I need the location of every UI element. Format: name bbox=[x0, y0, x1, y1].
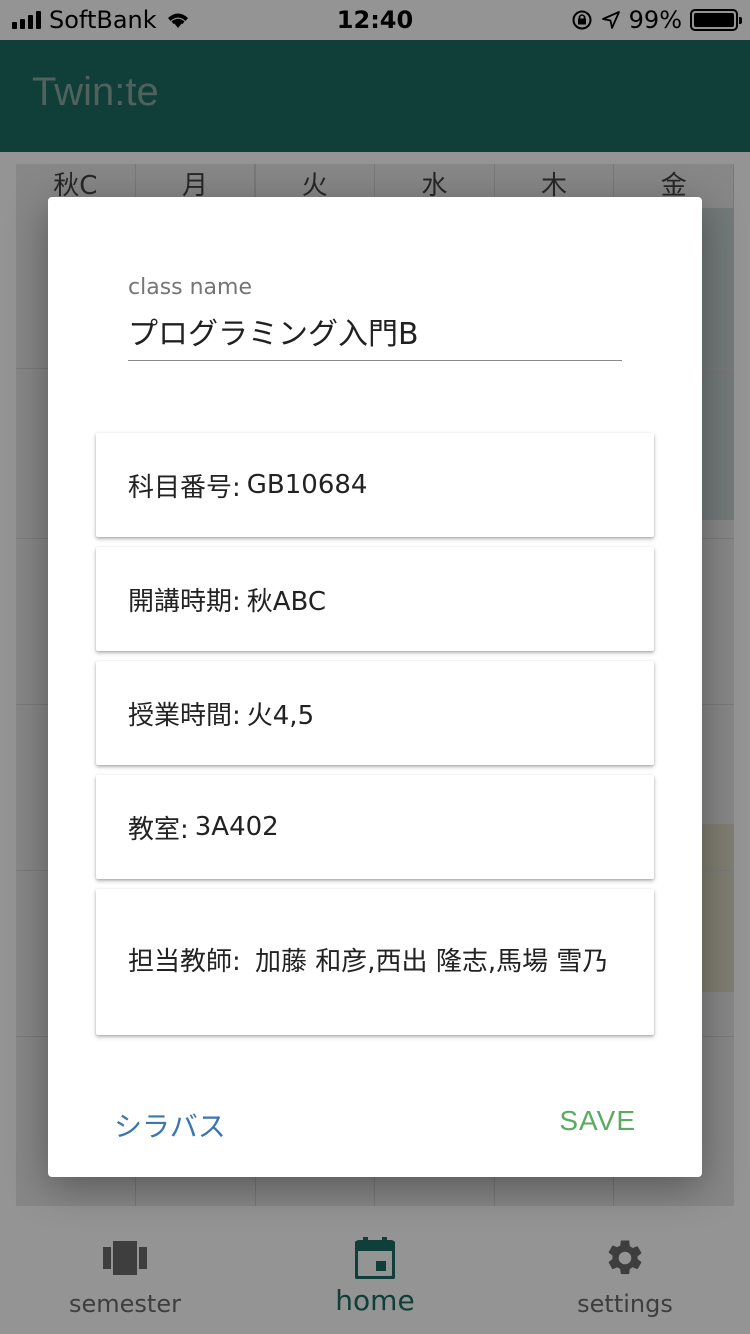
room-label: 教室: bbox=[128, 814, 189, 845]
class-time-label: 授業時間: bbox=[128, 700, 241, 731]
course-number-label: 科目番号: bbox=[128, 472, 241, 503]
term-card: 開講時期: 秋ABC bbox=[96, 547, 654, 651]
class-name-input[interactable]: プログラミング入門B bbox=[128, 309, 622, 353]
room-card: 教室: 3A402 bbox=[96, 775, 654, 879]
class-name-underline bbox=[128, 360, 622, 361]
save-button[interactable]: SAVE bbox=[559, 1105, 636, 1137]
course-number-value: GB10684 bbox=[246, 470, 368, 500]
class-time-card: 授業時間: 火4,5 bbox=[96, 661, 654, 765]
syllabus-button[interactable]: シラバス bbox=[114, 1105, 226, 1145]
term-value: 秋ABC bbox=[246, 586, 327, 617]
class-time-value: 火4,5 bbox=[246, 700, 315, 731]
instructor-card: 担当教師: 加藤 和彦,西出 隆志,馬場 雪乃 bbox=[96, 889, 654, 1035]
course-number-card: 科目番号: GB10684 bbox=[96, 433, 654, 537]
room-value: 3A402 bbox=[194, 812, 279, 842]
class-name-label: class name bbox=[128, 275, 252, 300]
instructor-value: 加藤 和彦,西出 隆志,馬場 雪乃 bbox=[255, 947, 609, 977]
term-label: 開講時期: bbox=[128, 586, 241, 617]
instructor-label: 担当教師: bbox=[128, 947, 241, 977]
class-detail-dialog: class name プログラミング入門B 科目番号: GB10684 開講時期… bbox=[48, 197, 702, 1177]
